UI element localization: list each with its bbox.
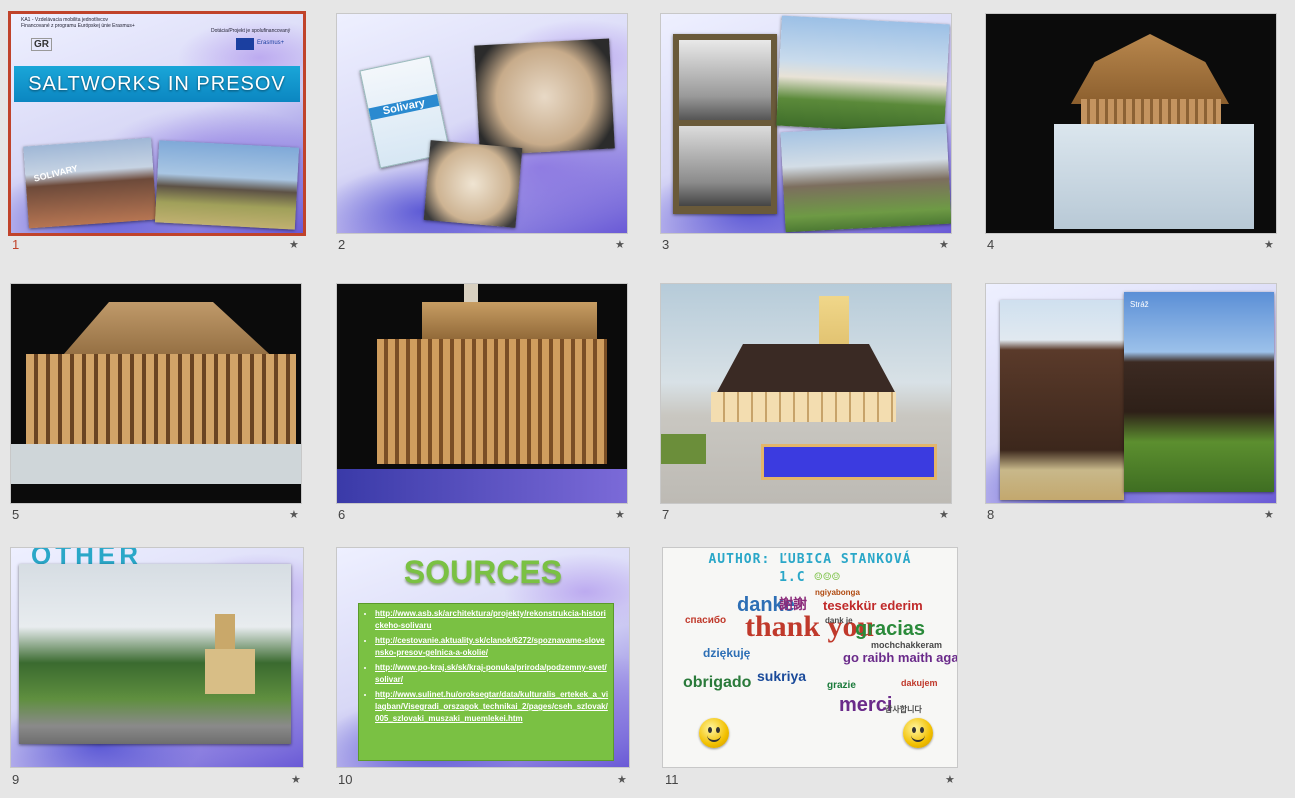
cloud-word: mochchakkeram xyxy=(871,640,943,650)
sources-list-box: http://www.asb.sk/architektura/projekty/… xyxy=(358,603,614,761)
transition-star-icon[interactable]: ★ xyxy=(1264,238,1274,251)
saltworks-building-photo xyxy=(776,15,950,135)
transition-star-icon[interactable]: ★ xyxy=(289,508,299,521)
slide-thumbnail-11[interactable]: AUTHOR: ĽUBICA STANKOVÁ 1.C ☺☺☺ danke 謝謝… xyxy=(663,548,957,767)
cloud-word: obrigado xyxy=(683,674,752,691)
slide-thumbnail-10[interactable]: SOURCES http://www.asb.sk/architektura/p… xyxy=(337,548,629,767)
cloud-word: gracias xyxy=(855,618,926,640)
slide-number-10: 10 xyxy=(338,772,353,787)
thumbs-up-smiley-icon xyxy=(699,718,729,748)
slide-number-1: 1 xyxy=(12,237,20,252)
transition-star-icon[interactable]: ★ xyxy=(1264,508,1274,521)
slide-number-3: 3 xyxy=(662,237,670,252)
render-building-roof xyxy=(716,344,896,394)
warehouse-exterior-photo xyxy=(780,123,951,233)
slide-10-title: SOURCES xyxy=(403,554,563,590)
church-body xyxy=(205,649,255,694)
slide-number-7: 7 xyxy=(662,507,670,522)
model-pedestal xyxy=(1054,124,1254,229)
slide-thumbnail-2[interactable]: Solivary xyxy=(337,14,627,233)
cloud-word: sukriya xyxy=(757,668,807,684)
transition-star-icon[interactable]: ★ xyxy=(939,508,949,521)
cloud-word: dakujem xyxy=(901,678,938,688)
wooden-tower-photo xyxy=(1000,300,1124,500)
transition-star-icon[interactable]: ★ xyxy=(615,238,625,251)
class-label: 1.C ☺☺☺ xyxy=(663,570,957,585)
slide-thumbnail-6[interactable] xyxy=(337,284,627,503)
model-roof xyxy=(57,302,278,362)
source-link[interactable]: http://cestovanie.aktuality.sk/clanok/62… xyxy=(375,635,609,659)
sign-text: SOLIVARY xyxy=(32,163,79,184)
slide-number-9: 9 xyxy=(12,772,20,787)
grinning-smiley-icon xyxy=(903,718,933,748)
transition-star-icon[interactable]: ★ xyxy=(615,508,625,521)
model-frame xyxy=(26,354,296,449)
slide-number-5: 5 xyxy=(12,507,20,522)
cloud-word: dziękuję xyxy=(703,646,751,660)
belfry-photo: Stráž xyxy=(1124,292,1274,492)
model-roof xyxy=(422,302,597,342)
slide-number-4: 4 xyxy=(987,237,995,252)
cloud-word: 감사합니다 xyxy=(885,705,922,714)
slide-number-11: 11 xyxy=(665,772,679,787)
cloud-word: grazie xyxy=(827,680,856,691)
transition-star-icon[interactable]: ★ xyxy=(289,238,299,251)
warehouse-photo xyxy=(154,140,300,230)
thank-you-word-cloud: danke 謝謝 tesekkür ederim ngiyabonga спас… xyxy=(675,588,957,718)
slide-thumbnail-4[interactable] xyxy=(986,14,1276,233)
transition-star-icon[interactable]: ★ xyxy=(617,773,627,786)
slide-thumbnail-8[interactable]: Stráž xyxy=(986,284,1276,503)
package-label: Solivary xyxy=(368,93,440,121)
transition-star-icon[interactable]: ★ xyxy=(945,773,955,786)
cloud-word: ngiyabonga xyxy=(815,588,860,597)
grass xyxy=(661,434,706,464)
slide-thumbnail-1[interactable]: KA1 - Vzdelávacia mobilita jednotlivcov … xyxy=(11,14,303,233)
cloud-word: спасибо xyxy=(685,615,727,626)
slide-number-6: 6 xyxy=(338,507,346,522)
fountain xyxy=(761,444,937,480)
source-link[interactable]: http://www.po-kraj.sk/sk/kraj-ponuka/pri… xyxy=(375,662,609,686)
photo-label: Stráž xyxy=(1130,300,1149,309)
school-logo: GR xyxy=(31,38,52,51)
erasmus-logo: Erasmus+ xyxy=(257,40,285,46)
salt-rocks-photo xyxy=(423,140,523,228)
project-note: Dotácia/Projekt je spolufinancovaný xyxy=(211,28,291,34)
header-line: Financované z programu Európskej únie Er… xyxy=(21,23,135,29)
transition-star-icon[interactable]: ★ xyxy=(291,773,301,786)
church-photo xyxy=(19,564,291,744)
cloud-word: go raibh maith agat xyxy=(843,650,957,665)
salt-crystal-photo xyxy=(474,38,615,156)
model-base xyxy=(11,444,301,484)
transition-star-icon[interactable]: ★ xyxy=(939,238,949,251)
model-interior xyxy=(377,339,607,464)
slide-number-2: 2 xyxy=(338,237,346,252)
slide-thumbnail-9[interactable]: OTHER OBJECTS xyxy=(11,548,303,767)
class-text: 1.C xyxy=(779,570,806,585)
wooden-model-roof xyxy=(1071,34,1229,104)
slide-thumbnail-7[interactable] xyxy=(661,284,951,503)
model-base xyxy=(337,469,627,503)
smiley-emoji-icon: ☺☺☺ xyxy=(814,570,841,585)
saltworks-photo: SOLIVARY xyxy=(23,137,157,229)
eu-flag-icon xyxy=(236,38,254,50)
source-link[interactable]: http://www.asb.sk/architektura/projekty/… xyxy=(375,608,609,632)
slide-thumbnail-3[interactable] xyxy=(661,14,951,233)
slide-thumbnail-5[interactable] xyxy=(11,284,301,503)
slide-number-8: 8 xyxy=(987,507,995,522)
historic-photos-frame xyxy=(673,34,777,214)
source-link[interactable]: http://www.sulinet.hu/oroksegtar/data/ku… xyxy=(375,689,609,725)
author-name: AUTHOR: ĽUBICA STANKOVÁ xyxy=(708,552,912,567)
render-building-facade xyxy=(711,392,896,422)
cloud-word: dank je xyxy=(825,616,853,625)
slide-1-header: KA1 - Vzdelávacia mobilita jednotlivcov … xyxy=(21,17,135,29)
slide-1-title: SALTWORKS IN PRESOV xyxy=(14,66,300,102)
